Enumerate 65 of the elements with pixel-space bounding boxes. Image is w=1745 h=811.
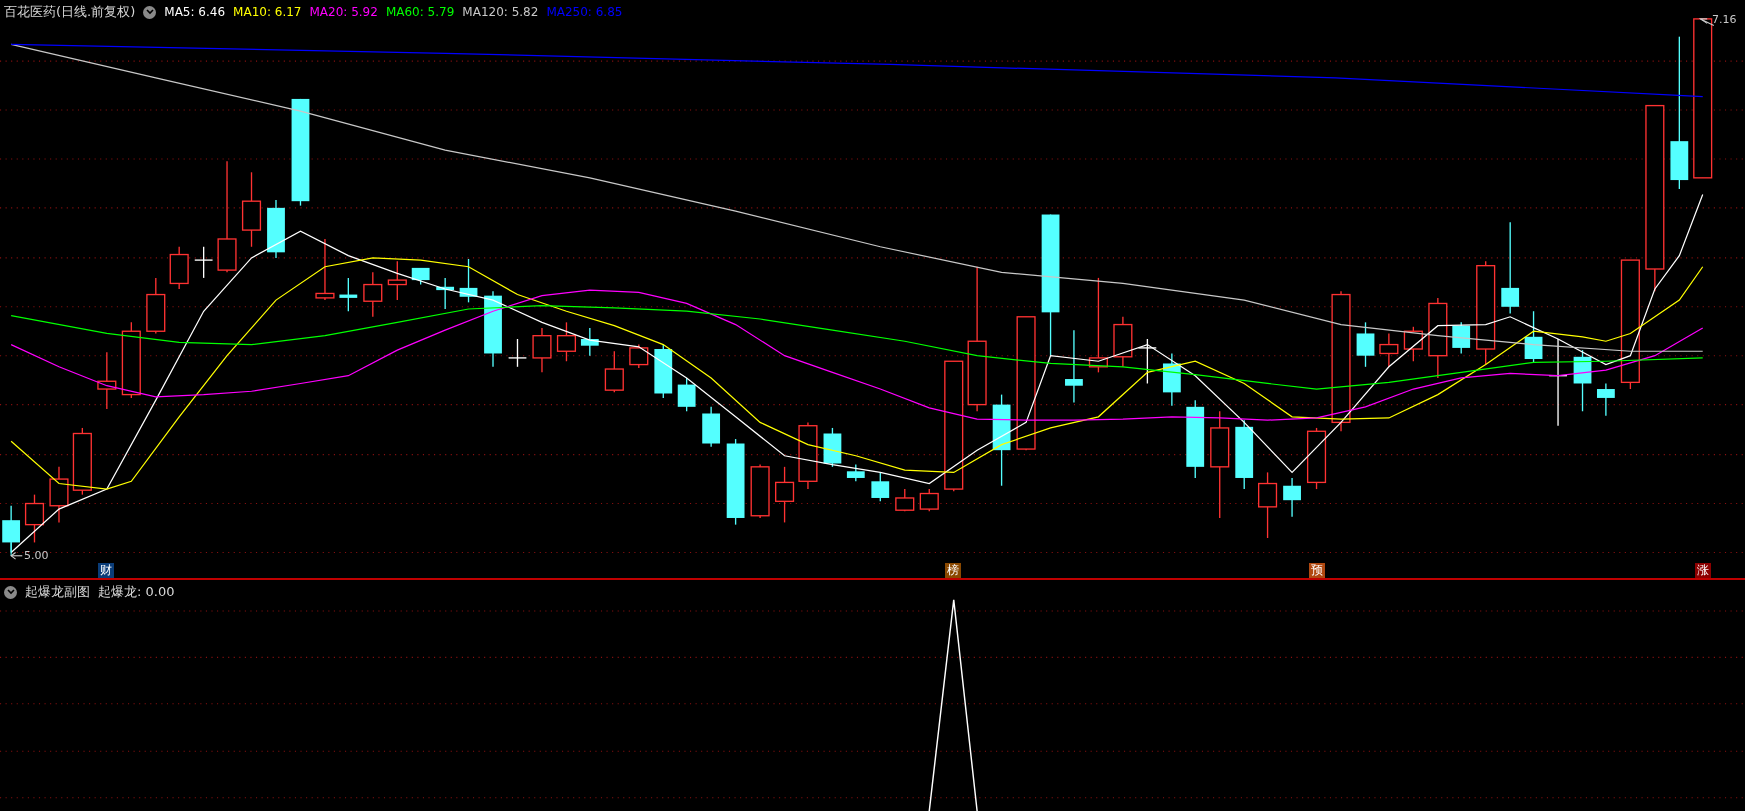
candlestick	[1113, 316, 1133, 368]
candlestick	[146, 277, 166, 335]
candlestick	[1258, 471, 1278, 539]
dropdown-icon[interactable]	[4, 585, 17, 599]
candlestick	[1452, 321, 1471, 355]
candlestick	[1235, 419, 1254, 490]
event-marker[interactable]: 财	[97, 563, 114, 578]
indicator-value: 起爆龙: 0.00	[98, 583, 175, 601]
candlestick	[1356, 321, 1375, 368]
candlestick	[750, 463, 770, 519]
chart-title: 百花医药(日线.前复权)	[4, 3, 136, 21]
event-marker[interactable]: 预	[1308, 563, 1325, 578]
candlestick	[267, 199, 285, 259]
indicator-value: MA60: 5.79	[385, 5, 455, 19]
subchart-title: 起爆龙副图	[25, 583, 90, 601]
candlestick	[97, 351, 117, 410]
candlestick	[363, 271, 383, 318]
candlestick	[24, 493, 45, 544]
arrow-icon	[1698, 18, 1715, 27]
candlestick	[895, 488, 915, 512]
candlestick	[677, 377, 696, 412]
candlestick	[194, 246, 214, 279]
indicator-value: MA5: 6.46	[164, 5, 226, 19]
indicator-value: MA120: 5.82	[462, 5, 539, 19]
candlestick	[339, 277, 358, 312]
candlestick	[411, 267, 430, 286]
candlestick	[846, 463, 865, 482]
high-price-label: 7.16	[1712, 13, 1737, 26]
candlestick	[507, 338, 528, 368]
event-marker[interactable]: 涨	[1694, 563, 1711, 578]
candlestick	[1379, 332, 1399, 368]
candlestick	[315, 238, 335, 301]
candlestick	[823, 427, 842, 468]
candlestick	[798, 421, 818, 490]
candlestick	[169, 246, 189, 290]
candlestick	[871, 471, 890, 502]
candlestick	[919, 488, 939, 512]
candlestick	[580, 327, 599, 357]
candlestick	[49, 466, 69, 524]
arrow-icon	[10, 541, 23, 560]
indicator-value: MA10: 6.17	[233, 5, 302, 19]
candlestick	[629, 343, 649, 369]
candlestick	[1306, 427, 1327, 490]
candlestick	[1597, 382, 1615, 417]
candlestick	[604, 350, 624, 394]
candlestick	[1137, 338, 1157, 385]
candlestick	[436, 277, 455, 310]
indicator-value: MA250: 6.85	[546, 5, 623, 19]
indicator-value: MA20: 5.92	[309, 5, 378, 19]
candlestick	[72, 427, 92, 496]
candlestick	[1283, 477, 1301, 518]
dropdown-icon[interactable]	[143, 5, 157, 19]
candlestick	[556, 321, 577, 362]
candlestick	[1524, 310, 1543, 364]
candlestick	[654, 343, 673, 399]
candlestick	[532, 327, 552, 374]
candlestick	[1162, 352, 1181, 407]
candlestick	[459, 258, 478, 303]
low-price-label: 5.00	[24, 549, 49, 562]
candlestick	[1573, 349, 1592, 412]
event-marker[interactable]: 榜	[944, 563, 961, 578]
candlestick	[387, 260, 407, 301]
candlestick	[775, 466, 795, 524]
candlestick	[702, 406, 721, 448]
candlestick	[1403, 326, 1423, 362]
